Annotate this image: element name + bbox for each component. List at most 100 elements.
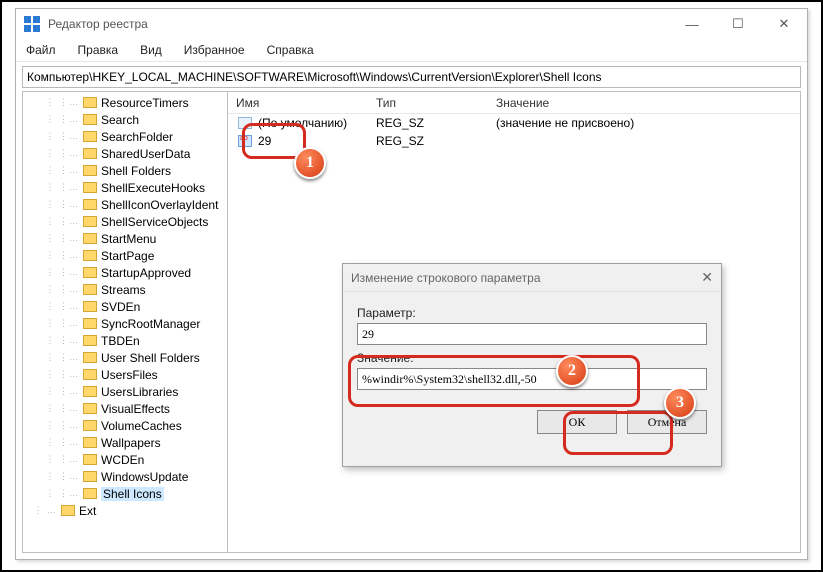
tree-lines: ⋮ ⋮… (23, 369, 79, 380)
folder-icon (83, 165, 97, 176)
list-row[interactable]: (По умолчанию) REG_SZ (значение не присв… (228, 114, 800, 132)
tree-item[interactable]: ⋮ ⋮… SearchFolder (23, 128, 227, 145)
tree-item[interactable]: ⋮ ⋮…SVDEn (23, 298, 227, 315)
tree-lines: ⋮ … (23, 505, 57, 516)
tree-item[interactable]: ⋮ ⋮… StartMenu (23, 230, 227, 247)
folder-icon (83, 318, 97, 329)
dialog-title: Изменение строкового параметра (351, 271, 541, 285)
menu-help[interactable]: Справка (263, 41, 318, 59)
tree-item[interactable]: ⋮ ⋮…Search (23, 111, 227, 128)
cell-type: REG_SZ (376, 134, 496, 148)
tree-item[interactable]: ⋮ ⋮… SyncRootManager (23, 315, 227, 332)
folder-icon (83, 114, 97, 125)
tree-item-label: Wallpapers (101, 436, 161, 450)
tree-item[interactable]: ⋮ ⋮…ShellExecuteHooks (23, 179, 227, 196)
tree-item-label: ShellExecuteHooks (101, 181, 205, 195)
cancel-button[interactable]: Отмена (627, 410, 707, 434)
tree-lines: ⋮ ⋮… (23, 267, 79, 278)
address-text: Компьютер\HKEY_LOCAL_MACHINE\SOFTWARE\Mi… (27, 70, 602, 84)
tree-item-label: UsersFiles (101, 368, 158, 382)
tree-item[interactable]: ⋮ ⋮…StartPage (23, 247, 227, 264)
tree-item[interactable]: ⋮ ⋮…User Shell Folders (23, 349, 227, 366)
folder-icon (83, 352, 97, 363)
tree-item[interactable]: ⋮ ⋮…TBDEn (23, 332, 227, 349)
tree-lines: ⋮ ⋮… (23, 199, 79, 210)
tree-item[interactable]: ⋮ ⋮… Streams (23, 281, 227, 298)
screenshot-frame: Редактор реестра — ☐ ✕ Файл Правка Вид И… (0, 0, 823, 572)
tree-item-label: StartMenu (101, 232, 156, 246)
header-type[interactable]: Тип (368, 96, 488, 110)
string-icon (238, 117, 252, 129)
menu-view[interactable]: Вид (136, 41, 166, 59)
tree-lines: ⋮ ⋮… (23, 233, 79, 244)
param-label: Параметр: (357, 306, 707, 320)
tree-lines: ⋮ ⋮… (23, 148, 79, 159)
tree-item-label: WCDEn (101, 453, 144, 467)
tree-item[interactable]: ⋮ ⋮… ShellIconOverlayIdent (23, 196, 227, 213)
tree-item[interactable]: ⋮ ⋮… Wallpapers (23, 434, 227, 451)
menu-edit[interactable]: Правка (74, 41, 123, 59)
folder-icon (83, 148, 97, 159)
tree-item[interactable]: ⋮ ⋮…Shell Folders (23, 162, 227, 179)
tree-lines: ⋮ ⋮… (23, 352, 79, 363)
tree-item-label: ShellIconOverlayIdent (101, 198, 218, 212)
menu-bar: Файл Правка Вид Избранное Справка (16, 39, 807, 62)
tree-item[interactable]: ⋮ ⋮…VolumeCaches (23, 417, 227, 434)
tree-item-label: SyncRootManager (101, 317, 200, 331)
dialog-buttons: ОК Отмена (343, 398, 721, 434)
tree-item[interactable]: ⋮ … Ext (23, 502, 227, 519)
dialog-title-bar: Изменение строкового параметра ✕ (343, 264, 721, 292)
edit-string-dialog: Изменение строкового параметра ✕ Парамет… (342, 263, 722, 467)
close-button[interactable]: ✕ (761, 9, 807, 39)
tree-lines: ⋮ ⋮… (23, 97, 79, 108)
menu-favorites[interactable]: Избранное (180, 41, 249, 59)
folder-icon (83, 420, 97, 431)
folder-icon (83, 250, 97, 261)
tree-item-label: Streams (101, 283, 146, 297)
address-bar[interactable]: Компьютер\HKEY_LOCAL_MACHINE\SOFTWARE\Mi… (22, 66, 801, 88)
tree-lines: ⋮ ⋮… (23, 318, 79, 329)
tree-item-label: Ext (79, 504, 96, 518)
folder-icon (83, 403, 97, 414)
value-input[interactable] (357, 368, 707, 390)
menu-file[interactable]: Файл (22, 41, 60, 59)
dialog-close-icon[interactable]: ✕ (701, 269, 713, 286)
folder-icon (83, 471, 97, 482)
tree-lines: ⋮ ⋮… (23, 165, 79, 176)
tree-lines: ⋮ ⋮… (23, 216, 79, 227)
tree-item[interactable]: ⋮ ⋮…VisualEffects (23, 400, 227, 417)
list-row[interactable]: 29 REG_SZ (228, 132, 800, 150)
maximize-button[interactable]: ☐ (715, 9, 761, 39)
tree-lines: ⋮ ⋮… (23, 437, 79, 448)
param-input[interactable] (357, 323, 707, 345)
folder-icon (83, 216, 97, 227)
tree-lines: ⋮ ⋮… (23, 131, 79, 142)
minimize-button[interactable]: — (669, 9, 715, 39)
tree-item[interactable]: ⋮ ⋮…Shell Icons (23, 485, 227, 502)
tree-item[interactable]: ⋮ ⋮…ShellServiceObjects (23, 213, 227, 230)
tree-pane[interactable]: ⋮ ⋮… ResourceTimers⋮ ⋮…Search ⋮ ⋮… SearchFo… (23, 92, 228, 552)
tree-item[interactable]: ⋮ ⋮…UsersLibraries (23, 383, 227, 400)
tree-item[interactable]: ⋮ ⋮… UsersFiles (23, 366, 227, 383)
tree-item[interactable]: ⋮ ⋮… ResourceTimers (23, 94, 227, 111)
tree-item-label: StartupApproved (101, 266, 191, 280)
header-value[interactable]: Значение (488, 96, 800, 110)
tree-lines: ⋮ ⋮… (23, 250, 79, 261)
regedit-icon (24, 16, 40, 32)
folder-icon (83, 233, 97, 244)
tree-lines: ⋮ ⋮… (23, 454, 79, 465)
header-name[interactable]: Имя (228, 96, 368, 110)
tree-item[interactable]: ⋮ ⋮…SharedUserData (23, 145, 227, 162)
tree-lines: ⋮ ⋮… (23, 284, 79, 295)
tree-item[interactable]: ⋮ ⋮… WCDEn (23, 451, 227, 468)
tree-item[interactable]: ⋮ ⋮…WindowsUpdate (23, 468, 227, 485)
tree-item[interactable]: ⋮ ⋮… StartupApproved (23, 264, 227, 281)
window-title: Редактор реестра (48, 17, 669, 31)
tree-item-label: ResourceTimers (101, 96, 189, 110)
tree-lines: ⋮ ⋮… (23, 301, 79, 312)
string-icon (238, 135, 252, 147)
tree-item-label: SearchFolder (101, 130, 173, 144)
folder-icon (83, 437, 97, 448)
ok-button[interactable]: ОК (537, 410, 617, 434)
folder-icon (83, 488, 97, 499)
